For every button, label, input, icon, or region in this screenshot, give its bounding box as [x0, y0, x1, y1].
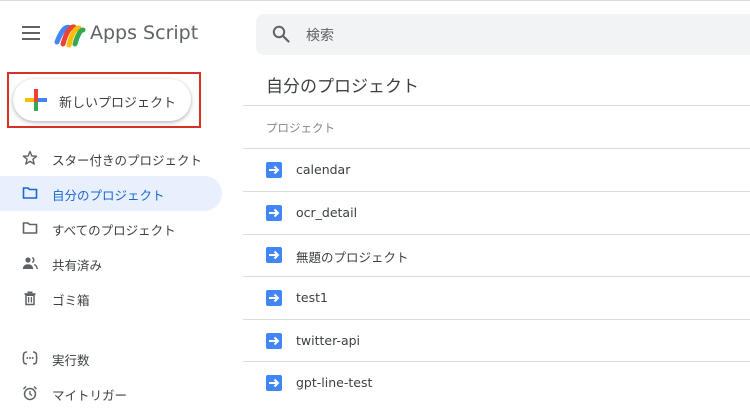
executions-icon — [22, 351, 38, 365]
people-icon — [22, 256, 38, 270]
project-row[interactable]: twitter-api — [243, 320, 750, 362]
apps-script-file-icon — [266, 375, 282, 391]
sidebar-item-label: スター付きのプロジェクト — [52, 153, 203, 168]
apps-script-logo-icon[interactable] — [54, 20, 86, 48]
apps-script-file-icon — [266, 205, 282, 221]
project-row[interactable]: ocr_detail — [243, 192, 750, 234]
hamburger-icon[interactable] — [22, 26, 40, 40]
search-icon[interactable] — [272, 25, 290, 43]
apps-script-file-icon — [266, 162, 282, 178]
folder-icon — [22, 187, 38, 199]
colored-plus-icon — [25, 89, 47, 111]
sidebar-item-executions[interactable]: 実行数 — [0, 341, 222, 376]
apps-script-file-icon — [266, 290, 282, 306]
page-title: 自分のプロジェクト — [266, 77, 419, 97]
sidebar-item-all-projects[interactable]: すべてのプロジェクト — [0, 211, 222, 246]
apps-script-file-icon — [266, 333, 282, 349]
project-name: ocr_detail — [296, 205, 358, 220]
sidebar-item-label: 自分のプロジェクト — [52, 188, 165, 203]
app-title: Apps Script — [90, 22, 199, 44]
new-project-button[interactable]: 新しいプロジェクト — [13, 79, 191, 121]
search-input[interactable]: 検索 — [306, 25, 334, 45]
sidebar-item-my-triggers[interactable]: マイトリガー — [0, 376, 222, 411]
project-name: test1 — [296, 290, 328, 305]
search-bar[interactable]: 検索 — [256, 14, 750, 55]
sidebar-item-my-projects[interactable]: 自分のプロジェクト — [0, 176, 222, 211]
top-border — [0, 0, 750, 1]
column-header-project[interactable]: プロジェクト — [266, 120, 335, 136]
sidebar-item-shared[interactable]: 共有済み — [0, 246, 222, 281]
new-project-label: 新しいプロジェクト — [59, 96, 177, 111]
project-name: gpt-line-test — [296, 375, 373, 390]
sidebar-item-label: 実行数 — [52, 353, 90, 368]
sidebar-item-label: 共有済み — [52, 258, 103, 273]
star-icon — [22, 150, 38, 165]
sidebar-item-label: ゴミ箱 — [52, 293, 90, 308]
sidebar-item-label: すべてのプロジェクト — [52, 223, 176, 238]
project-name: 無題のプロジェクト — [296, 250, 409, 265]
trash-icon — [24, 291, 36, 306]
project-name: calendar — [296, 162, 351, 177]
project-row[interactable]: 無題のプロジェクト — [243, 234, 750, 276]
sidebar-item-trash[interactable]: ゴミ箱 — [0, 281, 222, 316]
folder-icon — [22, 222, 38, 234]
apps-script-file-icon — [266, 247, 282, 263]
project-row[interactable]: test1 — [243, 277, 750, 319]
divider — [243, 105, 750, 106]
sidebar-item-starred[interactable]: スター付きのプロジェクト — [0, 141, 222, 176]
alarm-clock-icon — [22, 385, 38, 401]
project-row[interactable]: gpt-line-test — [243, 362, 750, 404]
project-row[interactable]: calendar — [243, 149, 750, 191]
project-name: twitter-api — [296, 333, 361, 348]
sidebar-item-label: マイトリガー — [52, 388, 128, 403]
